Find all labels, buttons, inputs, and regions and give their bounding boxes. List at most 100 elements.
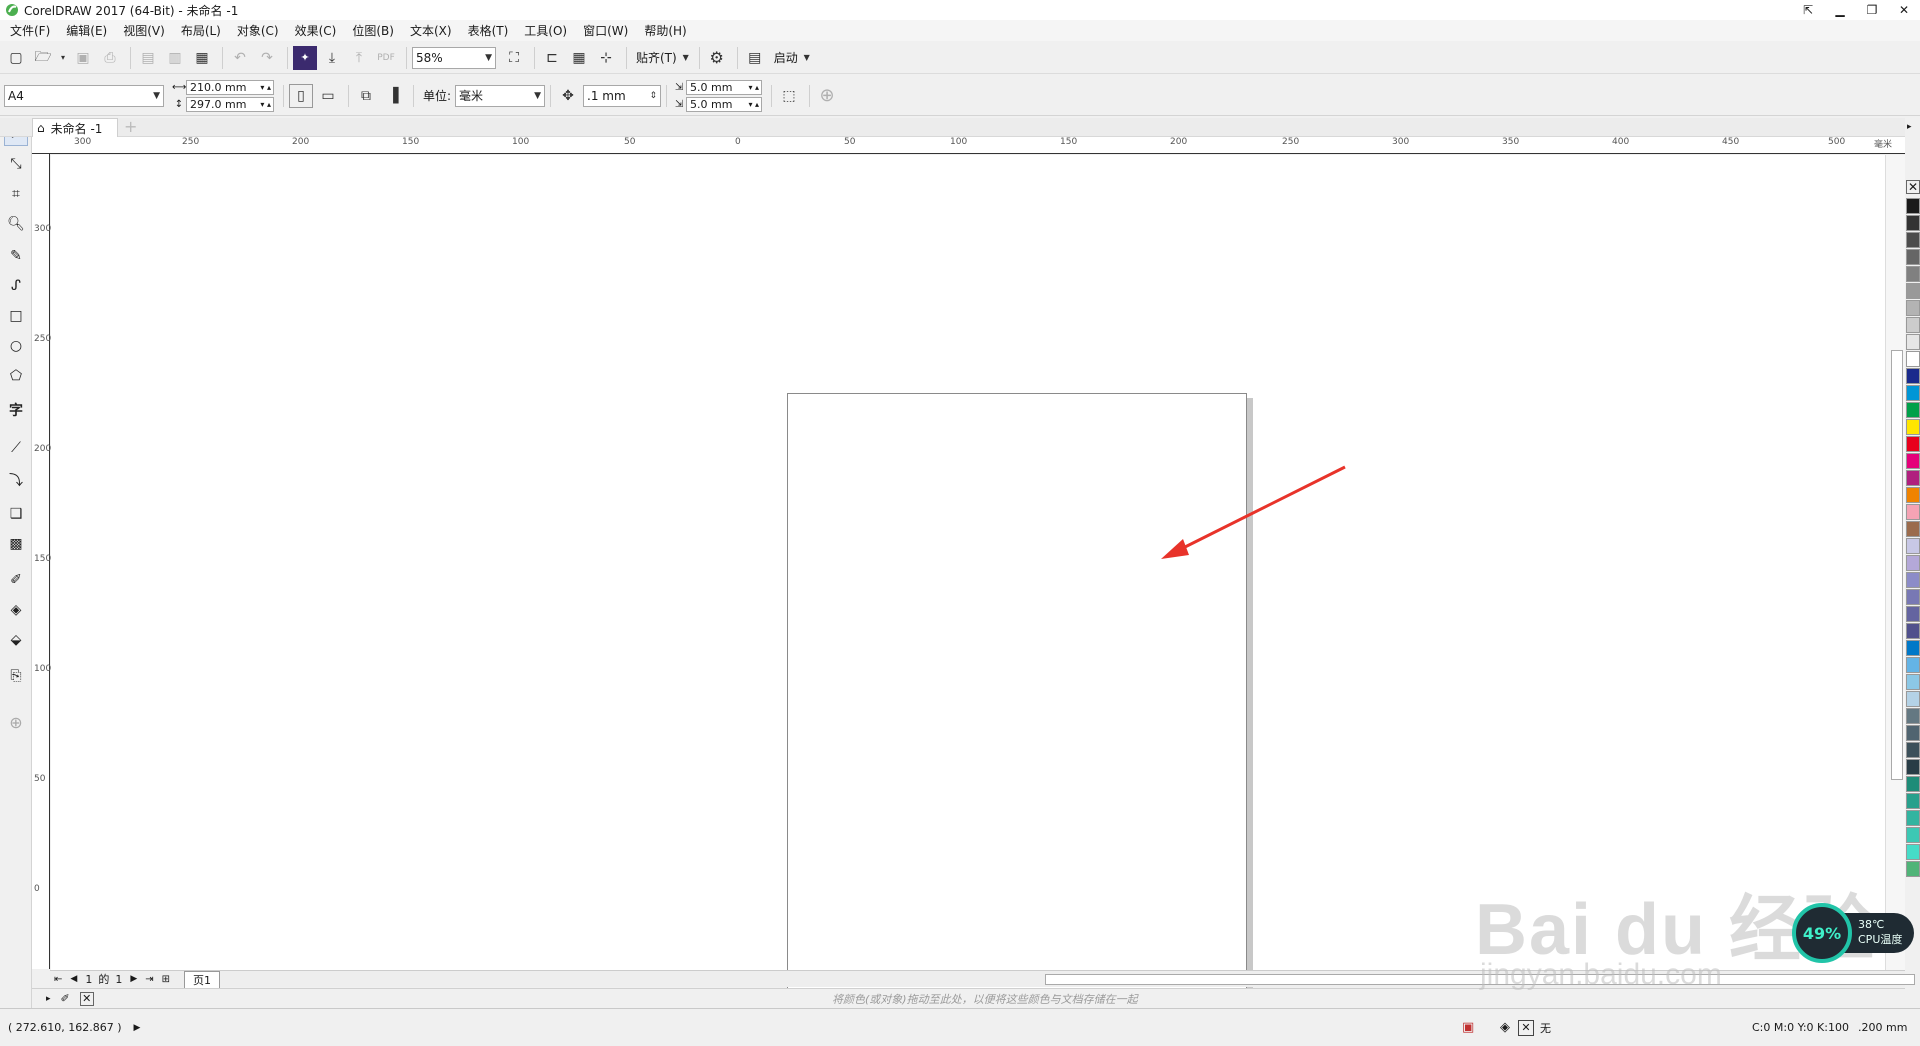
- launch-menu[interactable]: 启动: [770, 49, 802, 66]
- add-icon[interactable]: ⊕: [815, 84, 839, 108]
- color-swatch[interactable]: [1906, 283, 1920, 299]
- color-swatch[interactable]: [1906, 589, 1920, 605]
- color-swatch[interactable]: [1906, 198, 1920, 214]
- spinner-icon[interactable]: ▾ ▴: [260, 81, 273, 94]
- polygon-tool-icon[interactable]: ⬠: [4, 364, 28, 388]
- horizontal-ruler[interactable]: 300 250 200 150 100 50 0 50 100 150 200 …: [32, 137, 1905, 154]
- no-color-swatch[interactable]: ✕: [1906, 180, 1920, 194]
- menu-file[interactable]: 文件(F): [4, 22, 60, 39]
- menu-object[interactable]: 对象(C): [231, 22, 289, 39]
- connector-tool-icon[interactable]: ⤵: [4, 468, 28, 492]
- gear-icon[interactable]: ⚙: [705, 46, 729, 70]
- page-height-field[interactable]: 297.0 mm ▾ ▴: [186, 96, 274, 112]
- color-swatch[interactable]: [1906, 453, 1920, 469]
- page-width-field[interactable]: 210.0 mm ▾ ▴: [186, 79, 274, 95]
- shape-tool-icon[interactable]: ⤡: [4, 152, 28, 176]
- menu-layout[interactable]: 布局(L): [175, 22, 231, 39]
- last-page-icon[interactable]: ⇥: [145, 974, 153, 985]
- save-icon[interactable]: ▣: [71, 46, 95, 70]
- zoom-level-select[interactable]: 58% ▼: [412, 46, 496, 69]
- color-swatch[interactable]: [1906, 572, 1920, 588]
- nudge-distance-field[interactable]: .1 mm ⇕: [583, 84, 662, 107]
- color-swatch[interactable]: [1906, 215, 1920, 231]
- export-icon[interactable]: ⤒: [347, 46, 371, 70]
- import-icon[interactable]: ⤓: [320, 46, 344, 70]
- rectangle-tool-icon[interactable]: □: [4, 304, 28, 328]
- duplicate-x-field[interactable]: 5.0 mm ▾ ▴: [686, 79, 763, 95]
- undo-icon[interactable]: ↶: [228, 46, 252, 70]
- menu-bitmaps[interactable]: 位图(B): [346, 22, 404, 39]
- color-swatch[interactable]: [1906, 402, 1920, 418]
- color-swatch[interactable]: [1906, 368, 1920, 384]
- publish-pdf-icon[interactable]: PDF: [374, 46, 398, 70]
- artistic-media-icon[interactable]: ᔑ: [4, 274, 28, 298]
- landscape-icon[interactable]: ▭: [316, 84, 340, 108]
- transparency-tool-icon[interactable]: ▩: [4, 532, 28, 556]
- smart-fill-icon[interactable]: ⬙: [4, 628, 28, 652]
- freehand-tool-icon[interactable]: ✎: [4, 244, 28, 268]
- portrait-icon[interactable]: ▯: [289, 83, 313, 108]
- current-page-icon[interactable]: ▐: [381, 84, 405, 108]
- spinner-icon[interactable]: ▾ ▴: [748, 81, 761, 94]
- launch-icon[interactable]: ▤: [743, 46, 767, 70]
- menu-edit[interactable]: 编辑(E): [60, 22, 117, 39]
- ellipse-tool-icon[interactable]: ○: [4, 334, 28, 358]
- spinner-icon[interactable]: ▾ ▴: [260, 98, 273, 111]
- palette-expand-icon[interactable]: ▸: [1907, 122, 1912, 132]
- color-swatch[interactable]: [1906, 351, 1920, 367]
- color-swatch[interactable]: [1906, 538, 1920, 554]
- color-swatch[interactable]: [1906, 470, 1920, 486]
- treat-as-filled-icon[interactable]: ⬚: [777, 84, 801, 108]
- color-swatch[interactable]: [1906, 708, 1920, 724]
- color-swatch[interactable]: [1906, 555, 1920, 571]
- search-content-icon[interactable]: ✦: [293, 45, 317, 70]
- color-swatch[interactable]: [1906, 861, 1920, 877]
- color-swatch[interactable]: [1906, 419, 1920, 435]
- menu-text[interactable]: 文本(X): [404, 22, 462, 39]
- color-swatch[interactable]: [1906, 504, 1920, 520]
- first-page-icon[interactable]: ⇤: [54, 974, 62, 985]
- chevron-down-icon[interactable]: ▾: [58, 46, 68, 70]
- menu-tools[interactable]: 工具(O): [518, 22, 577, 39]
- drop-shadow-icon[interactable]: ❑: [4, 502, 28, 526]
- color-swatch[interactable]: [1906, 232, 1920, 248]
- close-button[interactable]: ✕: [1888, 0, 1920, 20]
- previous-page-icon[interactable]: ◀: [70, 974, 77, 984]
- print-icon[interactable]: ⎙: [98, 46, 122, 70]
- color-swatch[interactable]: [1906, 385, 1920, 401]
- color-swatch[interactable]: [1906, 521, 1920, 537]
- units-select[interactable]: 毫米 ▼: [455, 84, 546, 107]
- copy-icon[interactable]: ▥: [163, 46, 187, 70]
- color-swatch[interactable]: [1906, 487, 1920, 503]
- spinner-icon[interactable]: ▾ ▴: [748, 98, 761, 111]
- full-screen-icon[interactable]: ⛶: [502, 46, 526, 70]
- add-page-icon[interactable]: ⊞: [162, 974, 170, 985]
- parallel-dimension-icon[interactable]: ⟋: [4, 436, 28, 460]
- chevron-right-icon[interactable]: ▶: [134, 1023, 141, 1033]
- menu-help[interactable]: 帮助(H): [638, 22, 696, 39]
- color-swatch[interactable]: [1906, 759, 1920, 775]
- color-swatch[interactable]: [1906, 810, 1920, 826]
- open-folder-icon[interactable]: 🗁: [31, 46, 55, 70]
- color-swatch[interactable]: [1906, 317, 1920, 333]
- new-tab-icon[interactable]: +: [124, 119, 137, 135]
- color-swatch[interactable]: [1906, 606, 1920, 622]
- menu-window[interactable]: 窗口(W): [577, 22, 638, 39]
- restore-button[interactable]: ❐: [1856, 0, 1888, 20]
- paste-icon[interactable]: ▦: [190, 46, 214, 70]
- page-tab[interactable]: 页1: [184, 970, 221, 988]
- drawing-canvas[interactable]: [51, 155, 1885, 1043]
- fill-icon[interactable]: ◈: [1500, 1020, 1510, 1035]
- color-swatch[interactable]: [1906, 300, 1920, 316]
- color-swatch[interactable]: [1906, 334, 1920, 350]
- page-size-select[interactable]: A4 ▼: [4, 84, 164, 107]
- color-swatch[interactable]: [1906, 674, 1920, 690]
- show-guidelines-icon[interactable]: ⊹: [594, 46, 618, 70]
- color-swatch[interactable]: [1906, 623, 1920, 639]
- color-swatch[interactable]: [1906, 691, 1920, 707]
- next-page-icon[interactable]: ▶: [130, 974, 137, 984]
- text-tool-icon[interactable]: 字: [4, 398, 28, 422]
- scrollbar-thumb[interactable]: [1891, 350, 1903, 780]
- color-swatch[interactable]: [1906, 725, 1920, 741]
- snap-to-menu[interactable]: 贴齐(T): [632, 49, 681, 66]
